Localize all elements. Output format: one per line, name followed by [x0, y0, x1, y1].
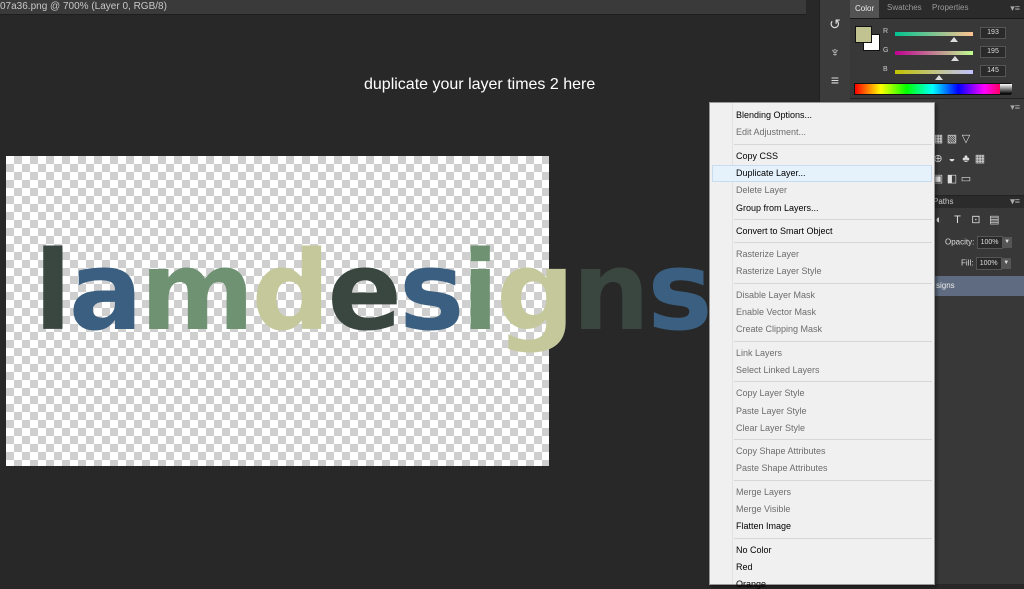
filter-smart-icon[interactable]: ▤	[987, 213, 1001, 226]
foreground-color-swatch[interactable]	[855, 26, 872, 43]
menu-item-group-from-layers[interactable]: Group from Layers...	[736, 203, 819, 213]
threshold-icon[interactable]: ◧	[946, 173, 958, 185]
lookup-icon[interactable]: ▦	[974, 153, 986, 165]
menu-separator	[734, 479, 932, 481]
channel-label: R	[883, 28, 889, 35]
logo-letter: m	[139, 227, 255, 355]
menu-item-enable-vector-mask[interactable]: Enable Vector Mask	[736, 307, 816, 317]
layer-name: signs	[936, 281, 955, 290]
layer-filter-icons: ◐ T ⊡ ▤	[932, 210, 1001, 228]
logo-letter: n	[571, 227, 650, 355]
menu-item-disable-layer-mask[interactable]: Disable Layer Mask	[736, 290, 815, 300]
menu-item-no-color[interactable]: No Color	[736, 545, 772, 555]
menu-item-edit-adjustment[interactable]: Edit Adjustment...	[736, 127, 806, 137]
slider-thumb[interactable]	[950, 56, 959, 61]
channel-value-input[interactable]: 195	[980, 46, 1006, 58]
brush-preset-icon[interactable]: ↺	[825, 14, 845, 34]
adjustments-icon[interactable]: ≡	[825, 70, 845, 90]
menu-separator	[734, 218, 932, 220]
logo-letter: i	[461, 227, 499, 355]
annotation-text: duplicate your layer times 2 here	[364, 76, 596, 93]
channel-label: B	[883, 66, 888, 73]
gradient-icon[interactable]: ▽	[960, 133, 972, 145]
opacity-row: Opacity: 100% ▼	[945, 236, 1012, 249]
channel-value-input[interactable]: 193	[980, 27, 1006, 39]
menu-item-copy-layer-style[interactable]: Copy Layer Style	[736, 388, 805, 398]
menu-separator	[734, 282, 932, 284]
menu-separator	[734, 242, 932, 244]
tab-paths[interactable]: Paths	[933, 197, 953, 206]
tab-properties[interactable]: Properties	[932, 3, 968, 12]
gradient-map-icon[interactable]: ▭	[960, 173, 972, 185]
menu-item-copy-shape-attributes[interactable]: Copy Shape Attributes	[736, 446, 826, 456]
logo-letter: s	[647, 227, 713, 355]
filter-shape-icon[interactable]: ⊡	[969, 213, 983, 226]
menu-separator	[734, 381, 932, 383]
hue-icon[interactable]: ◒	[946, 153, 958, 165]
spectrum-bw[interactable]	[1000, 84, 1012, 94]
layer-row[interactable]: signs	[930, 276, 1024, 296]
logo-letter: g	[496, 227, 575, 355]
document-tab[interactable]: 07a36.png @ 700% (Layer 0, RGB/8)	[0, 0, 806, 15]
fill-label: Fill:	[961, 258, 974, 268]
menu-item-delete-layer[interactable]: Delete Layer	[736, 185, 787, 195]
tab-color[interactable]: Color	[850, 0, 880, 18]
menu-item-paste-layer-style[interactable]: Paste Layer Style	[736, 406, 807, 416]
opacity-input[interactable]: 100%	[976, 236, 1003, 249]
color-spectrum[interactable]	[854, 83, 1011, 95]
panel-menu-icon[interactable]: ▾≡	[1010, 102, 1020, 113]
channel-slider-track[interactable]	[895, 32, 973, 36]
menu-item-select-linked-layers[interactable]: Select Linked Layers	[736, 365, 820, 375]
menu-item-convert-to-smart-object[interactable]: Convert to Smart Object	[736, 226, 833, 236]
logo-letter: d	[251, 227, 331, 355]
menu-item-merge-layers[interactable]: Merge Layers	[736, 487, 791, 497]
menu-item-link-layers[interactable]: Link Layers	[736, 348, 782, 358]
chevron-down-icon[interactable]: ▼	[1001, 258, 1011, 269]
document-tab-title: 07a36.png @ 700% (Layer 0, RGB/8)	[0, 1, 167, 12]
menu-item-clear-layer-style[interactable]: Clear Layer Style	[736, 423, 805, 433]
menu-item-merge-visible[interactable]: Merge Visible	[736, 504, 790, 514]
panel-menu-icon[interactable]: ▾≡	[1010, 196, 1020, 207]
document-canvas[interactable]: lamdesigns	[6, 156, 713, 466]
menu-item-paste-shape-attributes[interactable]: Paste Shape Attributes	[736, 463, 828, 473]
channel-mixer-icon[interactable]: ♣	[960, 153, 972, 165]
chevron-down-icon[interactable]: ▼	[1002, 237, 1012, 248]
logo-letter: e	[327, 227, 402, 355]
channel-slider-track[interactable]	[895, 70, 973, 74]
logo-letter: s	[398, 227, 465, 355]
menu-separator	[734, 537, 932, 539]
logo-letter: a	[68, 227, 143, 355]
logo-letter: l	[34, 227, 72, 355]
menu-item-duplicate-layer[interactable]: Duplicate Layer...	[736, 168, 806, 178]
menu-item-orange[interactable]: Orange	[736, 579, 766, 589]
fill-input[interactable]: 100%	[975, 257, 1002, 270]
layer-context-menu: Blending Options... Edit Adjustment... Cop…	[709, 102, 935, 589]
menu-item-rasterize-layer-style[interactable]: Rasterize Layer Style	[736, 266, 822, 276]
slider-thumb[interactable]	[935, 75, 944, 80]
channel-slider-track[interactable]	[895, 51, 973, 55]
logo-text: lamdesigns	[34, 227, 713, 355]
filter-type-icon[interactable]: T	[950, 214, 964, 226]
tab-swatches[interactable]: Swatches	[887, 3, 922, 12]
clone-source-icon[interactable]: ♆	[825, 42, 845, 62]
color-panel-tabs: Color Swatches Properties ▾≡	[850, 0, 1024, 19]
channel-value-input[interactable]: 145	[980, 65, 1006, 77]
menu-item-red[interactable]: Red	[736, 562, 753, 572]
menu-item-copy-css[interactable]: Copy CSS	[736, 151, 778, 161]
menu-separator	[734, 340, 932, 342]
slider-thumb[interactable]	[950, 37, 959, 42]
curves-icon[interactable]: ▧	[946, 133, 958, 145]
menu-item-flatten-image[interactable]: Flatten Image	[736, 521, 791, 531]
opacity-label: Opacity:	[945, 237, 975, 247]
panel-menu-icon[interactable]: ▾≡	[1010, 3, 1020, 14]
menu-item-rasterize-layer[interactable]: Rasterize Layer	[736, 249, 799, 259]
menu-separator	[734, 143, 932, 145]
menu-item-blending-options[interactable]: Blending Options...	[736, 110, 812, 120]
menu-separator	[734, 439, 932, 441]
fill-row: Fill: 100% ▼	[961, 257, 1011, 270]
menu-item-create-clipping-mask[interactable]: Create Clipping Mask	[736, 324, 822, 334]
channel-label: G	[883, 47, 889, 54]
